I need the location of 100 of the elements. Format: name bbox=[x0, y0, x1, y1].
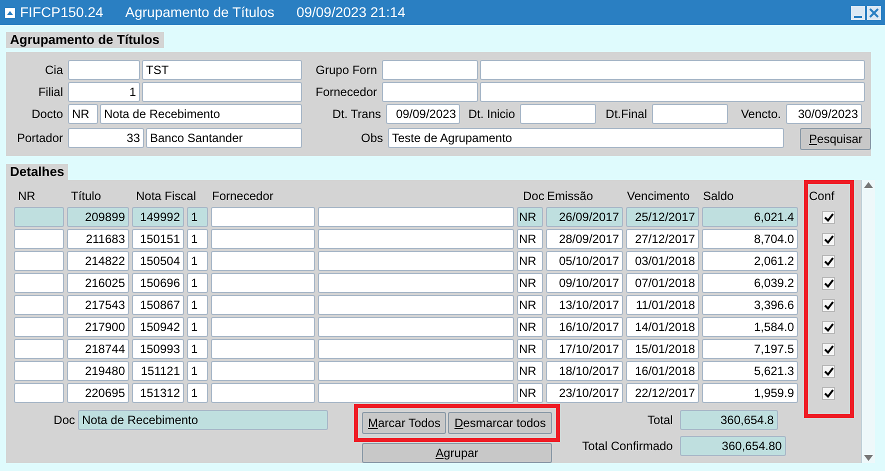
table-cell[interactable] bbox=[318, 361, 514, 381]
checkbox[interactable] bbox=[822, 320, 835, 334]
table-cell[interactable]: 216025 bbox=[67, 273, 129, 293]
table-cell[interactable]: 151121 bbox=[132, 361, 184, 381]
table-cell[interactable] bbox=[211, 361, 315, 381]
table-cell[interactable] bbox=[14, 273, 64, 293]
table-cell[interactable]: 217900 bbox=[67, 317, 129, 337]
table-cell[interactable] bbox=[318, 295, 514, 315]
mark-button[interactable]: Marcar Todos bbox=[362, 412, 446, 434]
group-button[interactable]: Agrupar bbox=[362, 443, 552, 463]
scroll-up-icon[interactable] bbox=[864, 182, 873, 188]
table-cell[interactable]: 211683 bbox=[67, 229, 129, 249]
checkbox[interactable] bbox=[822, 254, 835, 268]
search-button[interactable]: Pesquisar bbox=[800, 128, 872, 150]
table-cell[interactable] bbox=[211, 339, 315, 359]
code-field[interactable] bbox=[68, 60, 140, 80]
table-cell[interactable]: 8,704.0 bbox=[702, 229, 798, 249]
table-cell[interactable] bbox=[14, 295, 64, 315]
code-field[interactable]: 33 bbox=[68, 128, 144, 148]
table-cell[interactable]: 219480 bbox=[67, 361, 129, 381]
table-cell[interactable]: 03/01/2018 bbox=[626, 251, 699, 271]
table-cell[interactable]: 11/01/2018 bbox=[626, 295, 699, 315]
name-field[interactable]: Nota de Recebimento bbox=[100, 104, 302, 124]
checkbox[interactable] bbox=[822, 232, 835, 246]
name-field[interactable] bbox=[480, 82, 865, 102]
table-cell[interactable] bbox=[211, 295, 315, 315]
table-cell[interactable]: 16/01/2018 bbox=[626, 361, 699, 381]
table-cell[interactable]: 6,039.2 bbox=[702, 273, 798, 293]
table-cell[interactable]: 150993 bbox=[132, 339, 184, 359]
total-field[interactable]: 360,654.8 bbox=[680, 410, 778, 430]
table-cell[interactable]: 1 bbox=[187, 361, 208, 381]
table-cell[interactable]: 18/10/2017 bbox=[546, 361, 623, 381]
table-cell[interactable]: 15/01/2018 bbox=[626, 339, 699, 359]
table-cell[interactable]: 14/01/2018 bbox=[626, 317, 699, 337]
code-field[interactable]: NR bbox=[68, 104, 98, 124]
table-cell[interactable]: 05/10/2017 bbox=[546, 251, 623, 271]
table-cell[interactable]: NR bbox=[517, 207, 543, 227]
table-cell[interactable]: 1 bbox=[187, 295, 208, 315]
table-cell[interactable] bbox=[211, 273, 315, 293]
table-cell[interactable]: 17/10/2017 bbox=[546, 339, 623, 359]
table-cell[interactable]: 151312 bbox=[132, 383, 184, 403]
table-cell[interactable]: 13/10/2017 bbox=[546, 295, 623, 315]
obs-field[interactable]: Teste de Agrupamento bbox=[388, 128, 784, 148]
name-field[interactable] bbox=[142, 82, 302, 102]
table-cell[interactable]: 6,021.4 bbox=[702, 207, 798, 227]
scroll-down-icon[interactable] bbox=[864, 455, 873, 461]
table-cell[interactable]: 150942 bbox=[132, 317, 184, 337]
total-field[interactable]: 360,654.80 bbox=[680, 436, 786, 456]
table-cell[interactable] bbox=[211, 207, 315, 227]
table-cell[interactable]: 22/12/2017 bbox=[626, 383, 699, 403]
table-cell[interactable]: 16/10/2017 bbox=[546, 317, 623, 337]
table-cell[interactable]: 1 bbox=[187, 273, 208, 293]
scrollbar[interactable] bbox=[861, 180, 875, 463]
date-field[interactable]: 30/09/2023 bbox=[786, 104, 862, 124]
checkbox[interactable] bbox=[822, 298, 835, 312]
table-cell[interactable]: 1 bbox=[187, 251, 208, 271]
table-cell[interactable]: NR bbox=[517, 361, 543, 381]
table-cell[interactable] bbox=[211, 251, 315, 271]
table-cell[interactable]: 25/12/2017 bbox=[626, 207, 699, 227]
table-cell[interactable] bbox=[318, 229, 514, 249]
table-cell[interactable] bbox=[14, 339, 64, 359]
table-cell[interactable]: NR bbox=[517, 229, 543, 249]
table-cell[interactable] bbox=[14, 317, 64, 337]
table-cell[interactable]: 220695 bbox=[67, 383, 129, 403]
table-cell[interactable] bbox=[211, 317, 315, 337]
table-cell[interactable]: NR bbox=[517, 339, 543, 359]
checkbox[interactable] bbox=[822, 364, 835, 378]
table-cell[interactable]: 23/10/2017 bbox=[546, 383, 623, 403]
table-cell[interactable] bbox=[318, 383, 514, 403]
table-cell[interactable] bbox=[318, 251, 514, 271]
table-cell[interactable]: 1,584.0 bbox=[702, 317, 798, 337]
table-cell[interactable] bbox=[211, 383, 315, 403]
table-cell[interactable]: NR bbox=[517, 383, 543, 403]
table-cell[interactable]: 2,061.2 bbox=[702, 251, 798, 271]
table-cell[interactable]: 150504 bbox=[132, 251, 184, 271]
date-field[interactable] bbox=[652, 104, 728, 124]
table-cell[interactable]: 07/01/2018 bbox=[626, 273, 699, 293]
checkbox[interactable] bbox=[822, 276, 835, 290]
table-cell[interactable]: 7,197.5 bbox=[702, 339, 798, 359]
table-cell[interactable]: NR bbox=[517, 273, 543, 293]
table-cell[interactable]: 1 bbox=[187, 229, 208, 249]
table-cell[interactable]: NR bbox=[517, 251, 543, 271]
table-cell[interactable]: 1 bbox=[187, 207, 208, 227]
table-cell[interactable] bbox=[14, 361, 64, 381]
table-cell[interactable] bbox=[318, 273, 514, 293]
table-cell[interactable]: 1,959.9 bbox=[702, 383, 798, 403]
table-cell[interactable] bbox=[14, 207, 64, 227]
close-icon[interactable] bbox=[867, 6, 881, 20]
table-cell[interactable]: 218744 bbox=[67, 339, 129, 359]
code-field[interactable]: 1 bbox=[68, 82, 140, 102]
table-cell[interactable]: 150151 bbox=[132, 229, 184, 249]
table-cell[interactable] bbox=[14, 251, 64, 271]
code-field[interactable] bbox=[382, 60, 478, 80]
name-field[interactable]: Banco Santander bbox=[146, 128, 302, 148]
table-cell[interactable]: 09/10/2017 bbox=[546, 273, 623, 293]
table-cell[interactable]: NR bbox=[517, 295, 543, 315]
table-cell[interactable]: NR bbox=[517, 317, 543, 337]
table-cell[interactable] bbox=[14, 229, 64, 249]
minimize-icon[interactable] bbox=[851, 6, 865, 20]
doc-field[interactable]: Nota de Recebimento bbox=[78, 410, 328, 430]
